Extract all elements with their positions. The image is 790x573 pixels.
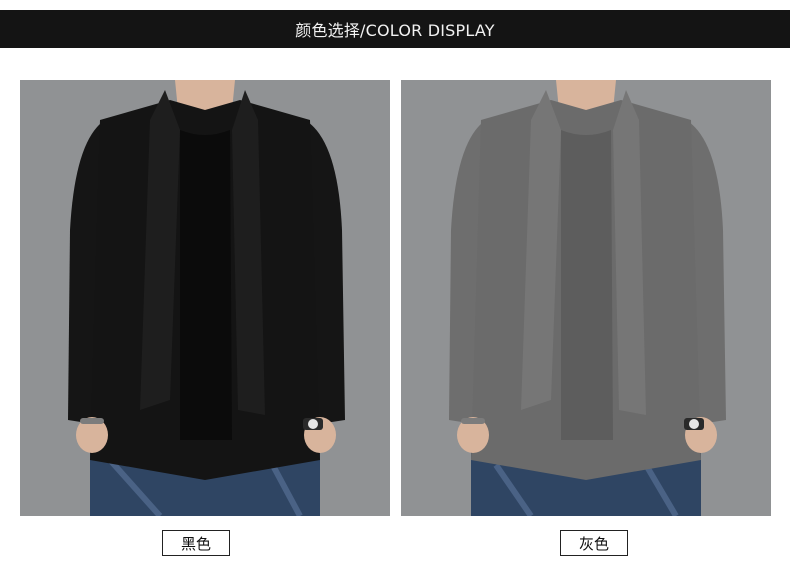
product-photo-gray	[401, 80, 771, 516]
color-label-black[interactable]: 黑色	[162, 530, 230, 556]
model-illustration-black	[20, 80, 390, 516]
product-photo-black	[20, 80, 390, 516]
section-header: 颜色选择/COLOR DISPLAY	[0, 10, 790, 48]
color-label-gray[interactable]: 灰色	[560, 530, 628, 556]
model-illustration-gray	[401, 80, 771, 516]
section-title: 颜色选择/COLOR DISPLAY	[295, 21, 495, 40]
